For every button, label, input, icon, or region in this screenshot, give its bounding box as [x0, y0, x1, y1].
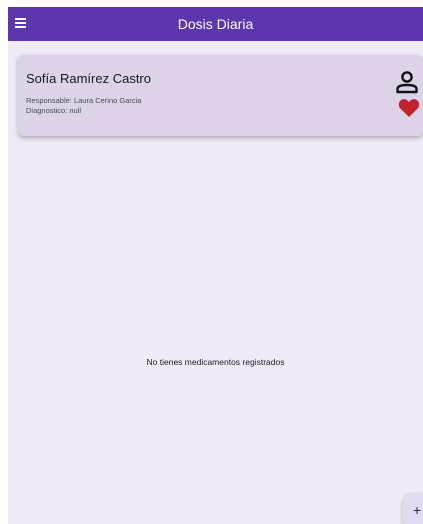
empty-state-message: No tienes medicamentos registrados [146, 357, 285, 367]
patient-diagnostico: Diagnostico: null [26, 106, 82, 115]
patient-card[interactable]: Sofía Ramírez Castro Responsable: Laura … [18, 55, 423, 136]
favorite-button[interactable] [398, 98, 420, 118]
app-screen: Dosis Diaria Sofía Ramírez Castro Respon… [8, 7, 423, 524]
app-title: Dosis Diaria [177, 16, 254, 32]
app-bar: Dosis Diaria [8, 7, 423, 41]
person-button[interactable] [395, 70, 419, 94]
heart-icon [398, 99, 420, 117]
add-medication-button[interactable]: + [403, 494, 423, 524]
person-icon [396, 71, 418, 94]
patient-name: Sofía Ramírez Castro [26, 71, 151, 86]
patient-responsable: Responsable: Laura Cerino Garcia [26, 96, 142, 105]
plus-icon: + [413, 502, 422, 518]
